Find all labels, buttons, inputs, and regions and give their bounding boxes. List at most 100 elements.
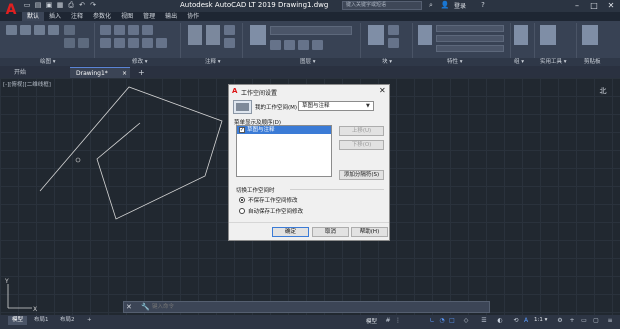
move-tool-icon[interactable] [100, 25, 111, 35]
layout-tab-model[interactable]: 模型 [8, 316, 28, 325]
undo-icon[interactable]: ↶ [77, 1, 87, 10]
panel-label-group[interactable]: 组 ▾ [514, 58, 524, 66]
command-input[interactable] [152, 302, 452, 312]
maximize-button[interactable]: □ [586, 0, 602, 11]
layer-dropdown[interactable] [270, 26, 352, 35]
create-block-icon[interactable] [388, 25, 399, 35]
chevron-down-icon[interactable]: ▼ [366, 101, 370, 111]
ortho-icon[interactable]: ∟ [428, 317, 436, 325]
close-icon[interactable]: ✕ [126, 303, 134, 311]
table-tool-icon[interactable] [224, 38, 235, 48]
leader-tool-icon[interactable] [224, 25, 235, 35]
ribbon-tab-default[interactable]: 默认 [22, 12, 45, 21]
model-space-button[interactable]: 模型 [366, 317, 377, 325]
transparency-icon[interactable]: ◐ [496, 317, 504, 325]
polar-icon[interactable]: ◔ [438, 317, 446, 325]
selection-cycling-icon[interactable]: ⟲ [512, 317, 520, 325]
redo-icon[interactable]: ↷ [88, 1, 98, 10]
help-icon[interactable]: ? [478, 1, 488, 10]
ellipse-tool-icon[interactable] [78, 38, 89, 48]
rotate-tool-icon[interactable] [114, 25, 125, 35]
text-tool-icon[interactable] [188, 25, 202, 45]
autocad-logo-icon[interactable]: A [2, 0, 20, 22]
match-properties-icon[interactable] [418, 25, 432, 45]
customization-menu-icon[interactable]: ≡ [606, 317, 614, 325]
ok-button[interactable]: 确定 [272, 227, 309, 237]
file-tab-start[interactable]: 开始 [8, 67, 68, 78]
my-workspace-select[interactable]: 草图与注释 [298, 101, 374, 111]
group-tool-icon[interactable] [514, 25, 528, 45]
fillet-tool-icon[interactable] [128, 38, 139, 48]
ribbon-tab-view[interactable]: 视图 [116, 12, 138, 21]
layer-isolate-icon[interactable] [284, 40, 295, 50]
panel-label-utilities[interactable]: 实用工具 ▾ [540, 58, 567, 66]
ribbon-tab-output[interactable]: 输出 [160, 12, 182, 21]
new-tab-button[interactable]: + [132, 67, 145, 78]
lineweight-icon[interactable]: ☰ [480, 317, 488, 325]
save-as-icon[interactable]: ▦ [55, 1, 65, 10]
edit-block-icon[interactable] [388, 38, 399, 48]
login-button[interactable]: 登录 [454, 1, 466, 10]
move-down-button[interactable]: 下移(O) [339, 140, 384, 150]
ribbon-tab-insert[interactable]: 插入 [44, 12, 66, 21]
print-icon[interactable]: ⎙ [66, 1, 76, 10]
layer-off-icon[interactable] [270, 40, 281, 50]
add-layout-button[interactable]: + [83, 316, 96, 325]
workspace-gear-icon[interactable]: ⚙ [556, 317, 564, 325]
ribbon-tab-parametric[interactable]: 参数化 [88, 12, 116, 21]
search-input[interactable]: 键入关键字或短语 [342, 1, 422, 10]
dialog-close-button[interactable]: ✕ [379, 86, 386, 95]
paste-tool-icon[interactable] [582, 25, 598, 45]
copy-tool-icon[interactable] [100, 38, 111, 48]
panel-label-block[interactable]: 块 ▾ [382, 58, 392, 66]
line-tool-icon[interactable] [6, 25, 17, 35]
erase-tool-icon[interactable] [142, 25, 153, 35]
panel-label-properties[interactable]: 特性 ▾ [447, 58, 463, 66]
file-tab-drawing1[interactable]: Drawing1* × [70, 67, 130, 78]
layer-properties-icon[interactable] [250, 25, 266, 45]
linetype-dropdown[interactable] [436, 45, 504, 52]
minimize-button[interactable]: – [569, 0, 585, 11]
panel-label-layers[interactable]: 图层 ▾ [300, 58, 316, 66]
cancel-button[interactable]: 取消 [312, 227, 349, 237]
save-icon[interactable]: ▣ [44, 1, 54, 10]
polyline-shape[interactable] [39, 86, 223, 220]
wrench-icon[interactable]: 🔧 [141, 303, 150, 311]
no-save-radio-label[interactable]: 不保存工作空间修改 [248, 196, 298, 204]
annotation-scale[interactable]: 1:1 ▾ [534, 317, 547, 323]
rectangle-tool-icon[interactable] [64, 25, 75, 35]
layout-tab-layout2[interactable]: 布局2 [56, 316, 79, 325]
isodraft-icon[interactable]: ◇ [462, 317, 470, 325]
move-up-button[interactable]: 上移(U) [339, 126, 384, 136]
workspace-checkbox[interactable]: ✓ [239, 127, 245, 133]
new-file-icon[interactable]: ▭ [22, 1, 32, 10]
panel-label-modify[interactable]: 修改 ▾ [132, 58, 148, 66]
ribbon-tab-collaborate[interactable]: 协作 [182, 12, 204, 21]
trim-tool-icon[interactable] [128, 25, 139, 35]
array-tool-icon[interactable] [156, 38, 167, 48]
measure-tool-icon[interactable] [540, 25, 556, 45]
dimension-tool-icon[interactable] [206, 25, 220, 45]
polyline-tool-icon[interactable] [20, 25, 31, 35]
open-file-icon[interactable]: ▤ [33, 1, 43, 10]
search-icon[interactable]: ⌕ [426, 1, 436, 10]
circle-tool-icon[interactable] [34, 25, 45, 35]
layer-lock-icon[interactable] [312, 40, 323, 50]
circle-shape[interactable] [75, 157, 81, 163]
annotation-monitor-icon[interactable]: + [568, 317, 576, 325]
hatch-tool-icon[interactable] [64, 38, 75, 48]
panel-label-draw[interactable]: 绘图 ▾ [40, 58, 56, 66]
snap-icon[interactable]: ⋮ [394, 317, 402, 325]
help-button[interactable]: 帮助(H) [351, 227, 388, 237]
mirror-tool-icon[interactable] [114, 38, 125, 48]
clean-screen-icon[interactable]: ▢ [592, 317, 600, 325]
annotation-visibility-icon[interactable]: A [522, 317, 530, 325]
layout-tab-layout1[interactable]: 布局1 [30, 316, 53, 325]
auto-save-radio-label[interactable]: 自动保存工作空间修改 [248, 207, 303, 215]
user-icon[interactable]: 👤 [440, 1, 450, 10]
grid-icon[interactable]: # [384, 317, 392, 325]
lineweight-dropdown[interactable] [436, 35, 504, 42]
auto-save-radio[interactable] [239, 208, 245, 214]
panel-label-clipboard[interactable]: 剪贴板 [584, 58, 601, 66]
add-separator-button[interactable]: 添加分隔符(S) [339, 170, 384, 180]
